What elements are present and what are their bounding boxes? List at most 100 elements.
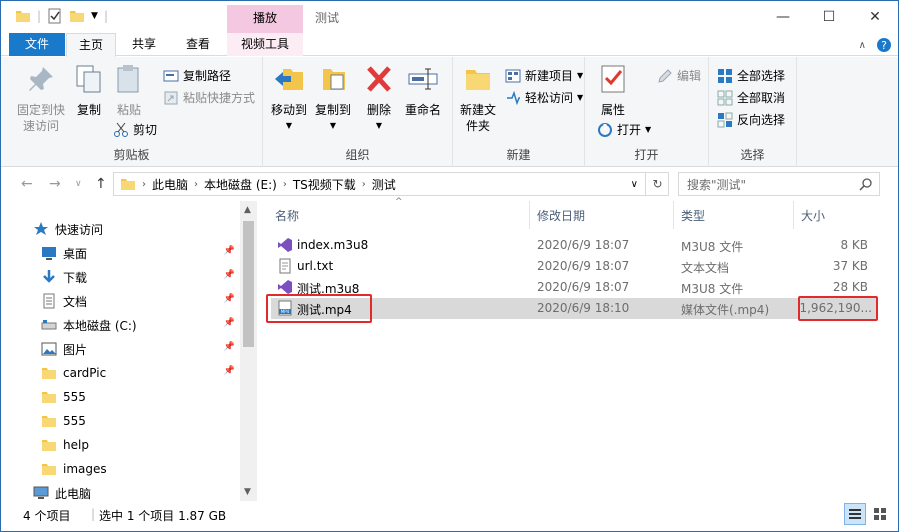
nav-item[interactable]: 本地磁盘 (C:) 📌 bbox=[1, 313, 241, 337]
pin-icon bbox=[29, 67, 53, 91]
rename-button[interactable]: 重命名 bbox=[403, 63, 443, 118]
nav-item-label: 快速访问 bbox=[55, 222, 104, 237]
chevron-right-icon[interactable]: › bbox=[283, 179, 287, 190]
select-none-icon bbox=[717, 90, 733, 105]
new-folder-button[interactable]: 新建文件夹 bbox=[457, 63, 499, 134]
copy-to-button[interactable]: 复制到 ▼ bbox=[313, 63, 353, 134]
refresh-icon[interactable]: ↻ bbox=[645, 172, 669, 196]
paste-shortcut-button[interactable]: 粘贴快捷方式 bbox=[163, 89, 255, 106]
large-icons-view-icon[interactable] bbox=[869, 503, 891, 525]
breadcrumb-ts-download[interactable]: TS视频下载 bbox=[293, 176, 356, 193]
nav-item[interactable]: 此电脑 bbox=[1, 481, 241, 501]
move-to-button[interactable]: 移动到 ▼ bbox=[269, 63, 309, 134]
column-header-date[interactable]: 修改日期 bbox=[537, 207, 585, 224]
maximize-button[interactable]: ☐ bbox=[806, 1, 852, 33]
new-folder-icon[interactable] bbox=[69, 8, 85, 24]
file-row[interactable]: url.txt 2020/6/9 18:07 文本文档 37 KB bbox=[271, 256, 878, 277]
scrollbar-thumb[interactable] bbox=[243, 221, 254, 347]
nav-item[interactable]: 下载 📌 bbox=[1, 265, 241, 289]
minimize-button[interactable]: — bbox=[760, 1, 806, 33]
column-divider[interactable] bbox=[673, 201, 674, 229]
recent-dropdown-icon[interactable]: ∨ bbox=[75, 179, 82, 189]
column-divider[interactable] bbox=[793, 201, 794, 229]
open-icon bbox=[598, 122, 612, 137]
breadcrumb-current[interactable]: 测试 bbox=[372, 176, 396, 193]
scroll-up-icon[interactable]: ▲ bbox=[244, 205, 251, 215]
nav-item-label: 555 bbox=[63, 390, 86, 404]
qat-dropdown-icon[interactable]: ▼ bbox=[91, 11, 98, 21]
breadcrumb-this-pc[interactable]: 此电脑 bbox=[152, 176, 188, 193]
copy-button[interactable]: 复制 bbox=[73, 63, 105, 118]
quick-access-toolbar: | ▼ | bbox=[15, 8, 108, 24]
open-caption: 打开 bbox=[634, 148, 659, 162]
delete-button[interactable]: 删除 ▼ bbox=[363, 63, 395, 134]
chevron-right-icon[interactable]: › bbox=[194, 179, 198, 190]
tab-view[interactable]: 查看 bbox=[173, 33, 223, 56]
properties-icon bbox=[601, 65, 625, 93]
select-all-button[interactable]: 全部选择 bbox=[717, 67, 785, 84]
select-none-button[interactable]: 全部取消 bbox=[717, 89, 785, 106]
nav-item[interactable]: images bbox=[1, 457, 241, 481]
desktop-icon bbox=[42, 247, 56, 260]
tab-home[interactable]: 主页 bbox=[66, 33, 116, 57]
file-list: ^ 名称 修改日期 类型 大小 index.m3u8 2020/6/9 18:07… bbox=[263, 197, 878, 501]
dropdown-arrow-icon: ▼ bbox=[285, 121, 293, 130]
properties-check-icon[interactable] bbox=[47, 8, 63, 24]
invert-selection-button[interactable]: 反向选择 bbox=[717, 111, 785, 128]
file-size: 37 KB bbox=[832, 259, 868, 273]
column-header-size[interactable]: 大小 bbox=[801, 207, 825, 224]
properties-button[interactable]: 属性 bbox=[597, 63, 629, 118]
rename-icon bbox=[408, 68, 438, 90]
nav-item[interactable]: 文档 📌 bbox=[1, 289, 241, 313]
edit-button[interactable]: 编辑 bbox=[657, 67, 701, 84]
file-row[interactable]: index.m3u8 2020/6/9 18:07 M3U8 文件 8 KB bbox=[271, 235, 878, 256]
file-type: 文本文档 bbox=[681, 261, 730, 275]
pin-quick-access-button[interactable]: 固定到快速访问 bbox=[15, 63, 67, 134]
help-icon[interactable]: ? bbox=[876, 37, 892, 53]
column-divider[interactable] bbox=[529, 201, 530, 229]
folder-icon bbox=[16, 11, 30, 22]
nav-item[interactable]: 桌面 📌 bbox=[1, 241, 241, 265]
back-arrow-icon[interactable]: ← bbox=[21, 176, 33, 192]
nav-scrollbar[interactable]: ▲ ▼ bbox=[240, 201, 257, 501]
easy-access-button[interactable]: 轻松访问 ▼ bbox=[505, 89, 583, 106]
nav-item[interactable]: 图片 📌 bbox=[1, 337, 241, 361]
nav-item-label: 此电脑 bbox=[55, 486, 92, 501]
new-item-label: 新建项目 bbox=[525, 69, 574, 83]
nav-item[interactable]: 快速访问 bbox=[1, 217, 241, 241]
nav-item[interactable]: 555 bbox=[1, 409, 241, 433]
nav-item[interactable]: cardPic 📌 bbox=[1, 361, 241, 385]
cut-button[interactable]: 剪切 bbox=[113, 121, 157, 138]
nav-item[interactable]: 555 bbox=[1, 385, 241, 409]
column-header-type[interactable]: 类型 bbox=[681, 207, 705, 224]
open-group: 属性 打开 ▼ 编辑 打开 bbox=[585, 57, 709, 167]
new-item-button[interactable]: 新建项目 ▼ bbox=[505, 67, 583, 84]
new-folder-icon bbox=[466, 70, 490, 90]
up-arrow-icon[interactable]: ↑ bbox=[95, 176, 107, 192]
tab-file[interactable]: 文件 bbox=[9, 33, 65, 56]
scroll-down-icon[interactable]: ▼ bbox=[244, 487, 251, 497]
separator: | bbox=[103, 9, 109, 23]
file-date: 2020/6/9 18:07 bbox=[537, 259, 630, 273]
tab-share[interactable]: 共享 bbox=[119, 33, 169, 56]
open-button[interactable]: 打开 ▼ bbox=[597, 121, 651, 138]
forward-arrow-icon[interactable]: → bbox=[49, 176, 61, 192]
folder-icon bbox=[42, 416, 56, 427]
details-view-icon[interactable] bbox=[844, 503, 866, 525]
chevron-right-icon[interactable]: › bbox=[362, 179, 366, 190]
address-dropdown-icon[interactable]: ∨ bbox=[631, 179, 638, 190]
breadcrumb-drive-e[interactable]: 本地磁盘 (E:) bbox=[204, 176, 277, 193]
easy-access-icon bbox=[507, 90, 520, 105]
dropdown-arrow-icon: ▼ bbox=[577, 93, 584, 102]
search-input[interactable]: 搜索"测试" bbox=[678, 172, 880, 196]
nav-item[interactable]: help bbox=[1, 433, 241, 457]
tab-video-tools[interactable]: 视频工具 bbox=[227, 33, 303, 56]
paste-button[interactable]: 粘贴 bbox=[113, 63, 145, 118]
copy-path-button[interactable]: 复制路径 bbox=[163, 67, 231, 84]
close-button[interactable]: ✕ bbox=[852, 1, 898, 33]
nav-item-label: 555 bbox=[63, 414, 86, 428]
address-bar[interactable]: › 此电脑 › 本地磁盘 (E:) › TS视频下载 › 测试 ∨ bbox=[113, 172, 669, 196]
column-header-name[interactable]: 名称 bbox=[275, 207, 299, 224]
collapse-ribbon-icon[interactable]: ∧ bbox=[859, 40, 866, 51]
status-bar: 4 个项目 | 选中 1 个项目 1.87 GB bbox=[1, 501, 898, 531]
